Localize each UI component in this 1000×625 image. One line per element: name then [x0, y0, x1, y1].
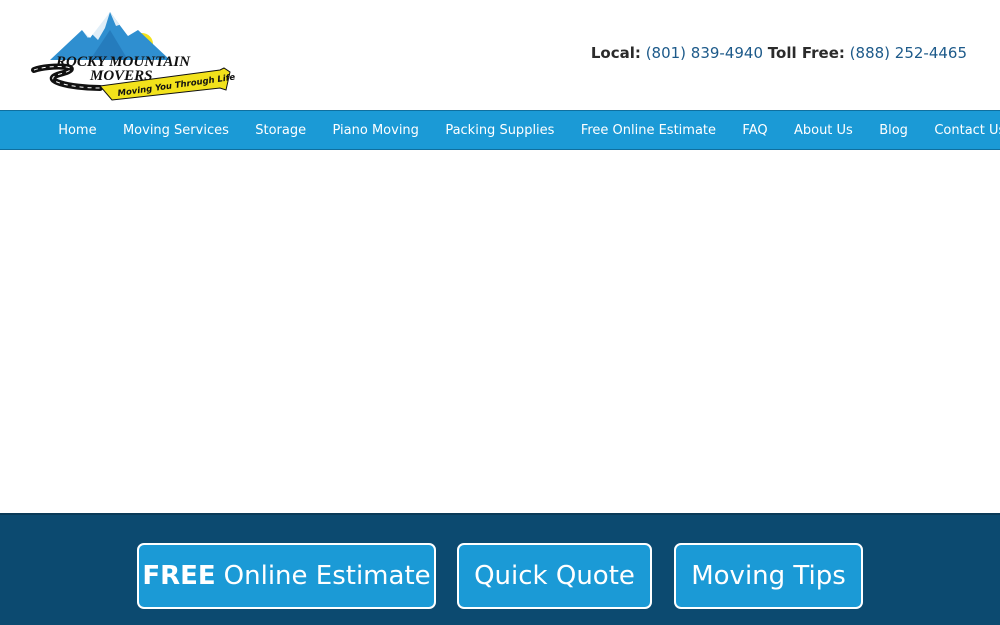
- nav-item-moving-services[interactable]: Moving Services: [110, 123, 242, 138]
- nav-item-free-online-estimate[interactable]: Free Online Estimate: [568, 123, 730, 138]
- nav-item-storage[interactable]: Storage: [242, 123, 319, 138]
- site-header: Moving You Through Life! ROCKY MOUNTAIN …: [0, 0, 1000, 110]
- site-logo[interactable]: Moving You Through Life! ROCKY MOUNTAIN …: [30, 8, 235, 104]
- tollfree-phone-link[interactable]: (888) 252-4465: [850, 44, 967, 62]
- free-online-estimate-button[interactable]: FREE Online Estimate: [137, 543, 436, 609]
- local-label: Local:: [590, 44, 641, 62]
- nav-item-packing-supplies[interactable]: Packing Supplies: [432, 123, 568, 138]
- nav-item-home[interactable]: Home: [45, 123, 110, 138]
- nav-item-about-us[interactable]: About Us: [781, 123, 866, 138]
- moving-tips-button[interactable]: Moving Tips: [674, 543, 863, 609]
- nav-item-piano-moving[interactable]: Piano Moving: [319, 123, 432, 138]
- quick-quote-button[interactable]: Quick Quote: [457, 543, 652, 609]
- logo-graphic: Moving You Through Life! ROCKY MOUNTAIN …: [31, 12, 235, 101]
- cta-band: FREE Online Estimate Quick Quote Moving …: [0, 513, 1000, 625]
- tollfree-label: Toll Free:: [767, 44, 845, 62]
- contact-phones: Local: (801) 839-4940 Toll Free: (888) 2…: [591, 44, 967, 62]
- logo-name-line2: MOVERS: [89, 68, 153, 84]
- main-content-area: [0, 150, 1000, 513]
- local-phone-link[interactable]: (801) 839-4940: [646, 44, 763, 62]
- main-nav: Home Moving Services Storage Piano Movin…: [0, 110, 1000, 150]
- estimate-rest-text: Online Estimate: [223, 561, 431, 591]
- nav-item-contact-us[interactable]: Contact Us: [921, 123, 1000, 138]
- nav-item-faq[interactable]: FAQ: [729, 123, 781, 138]
- nav-item-blog[interactable]: Blog: [866, 123, 921, 138]
- estimate-bold-text: FREE: [142, 561, 216, 591]
